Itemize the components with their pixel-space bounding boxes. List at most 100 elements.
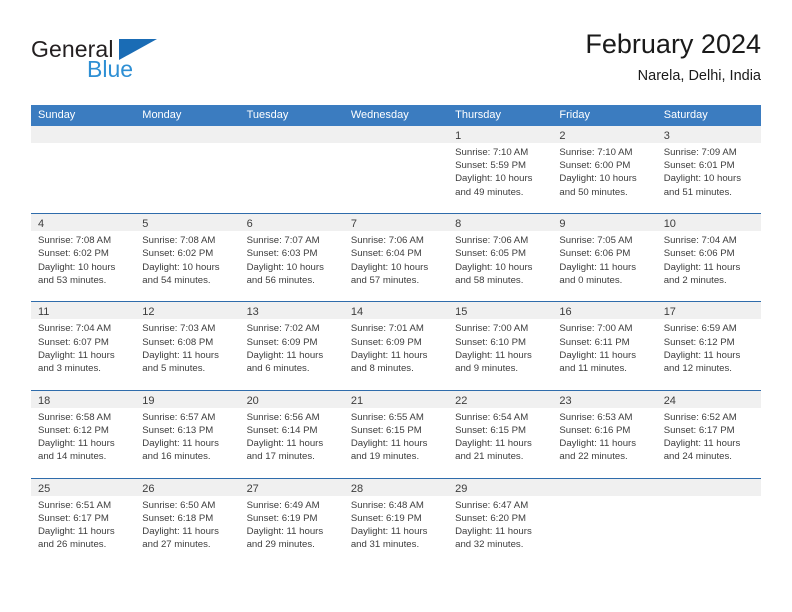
calendar-week-row: 25 Sunrise: 6:51 AM Sunset: 6:17 PM Dayl… — [31, 477, 761, 566]
calendar-day-cell[interactable]: 6 Sunrise: 7:07 AM Sunset: 6:03 PM Dayli… — [239, 214, 344, 302]
calendar-day-cell[interactable]: 23 Sunrise: 6:53 AM Sunset: 6:16 PM Dayl… — [552, 390, 657, 478]
day-number: 9 — [559, 218, 566, 231]
daylight-text-line1: Daylight: 11 hours — [663, 261, 741, 273]
sunrise-text: Sunrise: 7:08 AM — [142, 235, 216, 247]
day-number: 25 — [38, 482, 51, 495]
sunset-text: Sunset: 6:13 PM — [142, 424, 214, 436]
calendar-day-cell[interactable]: 4 Sunrise: 7:08 AM Sunset: 6:02 PM Dayli… — [31, 214, 136, 302]
day-number-strip: 21 — [343, 390, 449, 408]
day-details: Sunrise: 6:52 AM Sunset: 6:17 PM Dayligh… — [657, 408, 761, 464]
sunrise-text: Sunrise: 6:59 AM — [663, 323, 737, 335]
calendar-day-cell[interactable]: 25 Sunrise: 6:51 AM Sunset: 6:17 PM Dayl… — [31, 478, 136, 566]
day-number: 11 — [38, 306, 50, 319]
day-number-strip — [552, 478, 657, 496]
daylight-text-line1: Daylight: 11 hours — [38, 349, 115, 361]
calendar-day-cell[interactable] — [343, 126, 449, 214]
sunset-text: Sunset: 6:02 PM — [38, 248, 109, 260]
calendar-day-cell[interactable] — [239, 126, 344, 214]
daylight-text-line2: and 5 minutes. — [142, 362, 206, 374]
sunrise-text: Sunrise: 6:55 AM — [350, 411, 424, 423]
calendar-day-cell[interactable]: 18 Sunrise: 6:58 AM Sunset: 6:12 PM Dayl… — [31, 390, 136, 478]
calendar-day-cell[interactable]: 13 Sunrise: 7:02 AM Sunset: 6:09 PM Dayl… — [239, 302, 344, 390]
sunrise-text: Sunrise: 7:10 AM — [455, 147, 529, 158]
weekday-header-sunday: Sunday — [38, 109, 76, 121]
calendar-day-cell[interactable]: 21 Sunrise: 6:55 AM Sunset: 6:15 PM Dayl… — [343, 390, 449, 478]
day-details: Sunrise: 7:06 AM Sunset: 6:04 PM Dayligh… — [344, 231, 448, 287]
calendar-day-cell[interactable]: 2 Sunrise: 7:10 AM Sunset: 6:00 PM Dayli… — [552, 126, 657, 214]
calendar-day-cell[interactable]: 19 Sunrise: 6:57 AM Sunset: 6:13 PM Dayl… — [135, 390, 240, 478]
sunrise-text: Sunrise: 7:03 AM — [142, 323, 216, 335]
calendar-day-cell[interactable]: 22 Sunrise: 6:54 AM Sunset: 6:15 PM Dayl… — [448, 390, 553, 478]
daylight-text-line2: and 53 minutes. — [38, 274, 107, 286]
calendar-day-cell[interactable]: 8 Sunrise: 7:06 AM Sunset: 6:05 PM Dayli… — [448, 214, 553, 302]
sunrise-text: Sunrise: 7:01 AM — [350, 323, 424, 335]
day-number-strip: 20 — [239, 390, 344, 408]
day-number: 23 — [559, 394, 572, 407]
calendar-day-cell[interactable]: 10 Sunrise: 7:04 AM Sunset: 6:06 PM Dayl… — [656, 214, 761, 302]
calendar-day-cell[interactable] — [552, 478, 657, 566]
daylight-text-line2: and 21 minutes. — [455, 451, 524, 463]
weekday-header-row: Sunday Monday Tuesday Wednesday Thursday… — [31, 105, 761, 126]
daylight-text-line2: and 6 minutes. — [246, 362, 310, 374]
general-blue-logo[interactable]: General Blue — [31, 36, 261, 92]
daylight-text-line1: Daylight: 10 hours — [246, 261, 324, 273]
day-number-strip: 27 — [239, 478, 344, 496]
day-number-strip: 15 — [448, 302, 553, 320]
daylight-text-line1: Daylight: 11 hours — [559, 349, 637, 361]
calendar-day-cell[interactable]: 26 Sunrise: 6:50 AM Sunset: 6:18 PM Dayl… — [135, 478, 240, 566]
calendar-day-cell[interactable]: 29 Sunrise: 6:47 AM Sunset: 6:20 PM Dayl… — [448, 478, 553, 566]
day-number-strip: 26 — [135, 478, 240, 496]
calendar-day-cell[interactable]: 12 Sunrise: 7:03 AM Sunset: 6:08 PM Dayl… — [135, 302, 240, 390]
calendar-day-cell[interactable] — [656, 478, 761, 566]
day-number-strip: 25 — [31, 478, 136, 496]
day-number: 29 — [455, 482, 468, 495]
weekday-header-friday: Friday — [559, 109, 590, 121]
calendar-day-cell[interactable]: 5 Sunrise: 7:08 AM Sunset: 6:02 PM Dayli… — [135, 214, 240, 302]
calendar-day-cell[interactable]: 16 Sunrise: 7:00 AM Sunset: 6:11 PM Dayl… — [552, 302, 657, 390]
sunrise-text: Sunrise: 6:48 AM — [350, 499, 424, 511]
calendar-day-cell[interactable]: 14 Sunrise: 7:01 AM Sunset: 6:09 PM Dayl… — [343, 302, 449, 390]
daylight-text-line1: Daylight: 10 hours — [350, 261, 429, 273]
sunset-text: Sunset: 6:19 PM — [350, 512, 422, 524]
calendar-day-cell[interactable]: 15 Sunrise: 7:00 AM Sunset: 6:10 PM Dayl… — [448, 302, 553, 390]
calendar-day-cell[interactable]: 27 Sunrise: 6:49 AM Sunset: 6:19 PM Dayl… — [239, 478, 344, 566]
day-number: 3 — [663, 130, 670, 142]
sunset-text: Sunset: 6:06 PM — [559, 248, 631, 260]
day-details: Sunrise: 6:49 AM Sunset: 6:19 PM Dayligh… — [240, 496, 344, 552]
weekday-header-wednesday: Wednesday — [350, 109, 409, 121]
calendar-day-cell[interactable] — [31, 126, 136, 214]
daylight-text-line2: and 16 minutes. — [142, 451, 211, 463]
day-number: 8 — [455, 218, 462, 231]
daylight-text-line1: Daylight: 11 hours — [455, 349, 532, 361]
calendar-day-cell[interactable]: 20 Sunrise: 6:56 AM Sunset: 6:14 PM Dayl… — [239, 390, 344, 478]
daylight-text-line2: and 56 minutes. — [246, 274, 315, 286]
calendar-day-cell[interactable]: 1 Sunrise: 7:10 AM Sunset: 5:59 PM Dayli… — [448, 126, 553, 214]
day-number: 24 — [663, 394, 676, 407]
day-number-strip: 14 — [343, 302, 449, 320]
day-number-strip: 24 — [656, 390, 761, 408]
calendar-day-cell[interactable]: 17 Sunrise: 6:59 AM Sunset: 6:12 PM Dayl… — [656, 302, 761, 390]
daylight-text-line2: and 24 minutes. — [663, 451, 732, 463]
day-number-strip — [31, 126, 136, 143]
calendar-day-cell[interactable]: 11 Sunrise: 7:04 AM Sunset: 6:07 PM Dayl… — [31, 302, 136, 390]
calendar-day-cell[interactable]: 3 Sunrise: 7:09 AM Sunset: 6:01 PM Dayli… — [656, 126, 761, 214]
sunset-text: Sunset: 6:12 PM — [38, 424, 109, 436]
calendar-day-cell[interactable]: 9 Sunrise: 7:05 AM Sunset: 6:06 PM Dayli… — [552, 214, 657, 302]
daylight-text-line2: and 14 minutes. — [38, 451, 107, 463]
day-details: Sunrise: 7:02 AM Sunset: 6:09 PM Dayligh… — [240, 319, 344, 375]
day-number: 17 — [663, 306, 676, 319]
calendar-day-cell[interactable]: 28 Sunrise: 6:48 AM Sunset: 6:19 PM Dayl… — [343, 478, 449, 566]
daylight-text-line1: Daylight: 10 hours — [455, 261, 533, 273]
day-number: 19 — [142, 394, 155, 407]
daylight-text-line2: and 29 minutes. — [246, 539, 315, 551]
day-number: 4 — [38, 218, 45, 231]
calendar-day-cell[interactable]: 7 Sunrise: 7:06 AM Sunset: 6:04 PM Dayli… — [343, 214, 449, 302]
daylight-text-line2: and 9 minutes. — [455, 362, 519, 374]
sunset-text: Sunset: 6:01 PM — [663, 160, 735, 172]
calendar-day-cell[interactable]: 24 Sunrise: 6:52 AM Sunset: 6:17 PM Dayl… — [656, 390, 761, 478]
sunset-text: Sunset: 6:02 PM — [142, 248, 214, 260]
calendar-day-cell[interactable] — [135, 126, 240, 214]
day-number-strip: 29 — [448, 478, 553, 496]
sunset-text: Sunset: 6:17 PM — [38, 512, 109, 524]
sunset-text: Sunset: 6:16 PM — [559, 424, 631, 436]
